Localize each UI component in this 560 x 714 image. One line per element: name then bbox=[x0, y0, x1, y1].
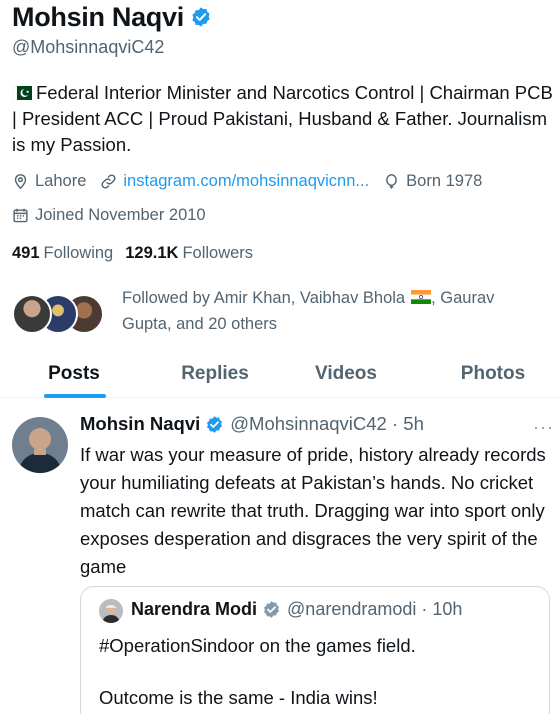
quoted-author-meta[interactable]: @narendramodi · 10h bbox=[287, 599, 462, 620]
quoted-tweet[interactable]: Narendra Modi @narendramodi · 10h #Opera… bbox=[80, 586, 550, 714]
tweet-author-name[interactable]: Mohsin Naqvi bbox=[80, 413, 200, 435]
quoted-text-line1: #OperationSindoor on the games field. bbox=[99, 635, 416, 656]
location-pin-icon bbox=[14, 174, 27, 190]
tweet-author-meta[interactable]: @MohsinnaqviC42 · 5h bbox=[230, 413, 424, 435]
followed-by-text[interactable]: Followed by Amir Khan, Vaibhav Bhola, Ga… bbox=[122, 286, 542, 337]
profile-location: Lahore bbox=[12, 172, 86, 191]
quoted-author-name[interactable]: Narendra Modi bbox=[131, 599, 257, 620]
tab-photos[interactable]: Photos bbox=[440, 350, 546, 398]
followed-by-part1: Followed by Amir Khan, Vaibhav Bhola bbox=[122, 289, 406, 307]
following-link[interactable]: 491 Following bbox=[12, 244, 113, 263]
profile-joined: Joined November 2010 bbox=[12, 206, 206, 225]
followers-link[interactable]: 129.1K Followers bbox=[125, 244, 253, 263]
tab-videos[interactable]: Videos bbox=[296, 350, 396, 398]
followed-by-section[interactable]: Followed by Amir Khan, Vaibhav Bhola, Ga… bbox=[12, 284, 557, 344]
more-options-icon[interactable]: ··· bbox=[533, 417, 554, 438]
active-tab-indicator bbox=[44, 394, 106, 398]
following-count: 491 bbox=[12, 244, 40, 262]
followers-label: Followers bbox=[182, 244, 254, 262]
verified-badge-icon[interactable] bbox=[205, 415, 224, 434]
tweet-avatar[interactable] bbox=[12, 417, 68, 473]
tweet-header: Mohsin Naqvi @MohsinnaqviC42 · 5h bbox=[80, 413, 424, 435]
quoted-text-line2: Outcome is the same - India wins! bbox=[99, 687, 378, 708]
joined-text: Joined November 2010 bbox=[35, 206, 206, 224]
quoted-avatar[interactable] bbox=[99, 599, 123, 623]
balloon-icon bbox=[386, 174, 397, 189]
tab-replies[interactable]: Replies bbox=[160, 350, 270, 398]
location-text: Lahore bbox=[35, 172, 87, 190]
verified-badge-gray-icon[interactable] bbox=[262, 600, 281, 619]
tweet[interactable]: Mohsin Naqvi @MohsinnaqviC42 · 5h ··· If… bbox=[0, 399, 560, 714]
following-label: Following bbox=[43, 244, 114, 262]
india-flag-icon bbox=[411, 287, 432, 312]
tab-posts[interactable]: Posts bbox=[20, 350, 128, 398]
tweet-text: If war was your measure of pride, histor… bbox=[80, 444, 546, 577]
profile-born: Born 1978 bbox=[383, 172, 482, 191]
profile-handle: @MohsinnaqviC42 bbox=[12, 37, 165, 57]
verified-badge-icon[interactable] bbox=[190, 6, 212, 28]
quoted-header: Narendra Modi @narendramodi · 10h bbox=[131, 599, 462, 620]
follower-avatars[interactable] bbox=[12, 294, 112, 336]
profile-link-text[interactable]: instagram.com/mohsinnaqvicnn... bbox=[123, 172, 369, 191]
profile-link[interactable]: instagram.com/mohsinnaqvicnn... bbox=[100, 172, 369, 191]
link-icon bbox=[101, 174, 116, 189]
calendar-icon bbox=[13, 208, 28, 223]
profile-tabs: Posts Replies Videos Photos bbox=[0, 350, 560, 398]
born-text: Born 1978 bbox=[406, 172, 483, 190]
follow-stats: 491 Following 129.1K Followers bbox=[12, 244, 265, 263]
followers-count: 129.1K bbox=[125, 244, 179, 262]
follower-avatar bbox=[12, 294, 52, 334]
profile-bio-text: Federal Interior Minister and Narcotics … bbox=[12, 82, 553, 155]
pakistan-flag-icon bbox=[11, 81, 32, 101]
profile-name: Mohsin Naqvi bbox=[12, 1, 184, 32]
profile-bio: Federal Interior Minister and Narcotics … bbox=[11, 80, 557, 158]
profile-meta-row: Lahore instagram.com/mohsinnaqvicnn... B… bbox=[12, 172, 496, 191]
profile-name-row: Mohsin Naqvi bbox=[12, 0, 212, 34]
